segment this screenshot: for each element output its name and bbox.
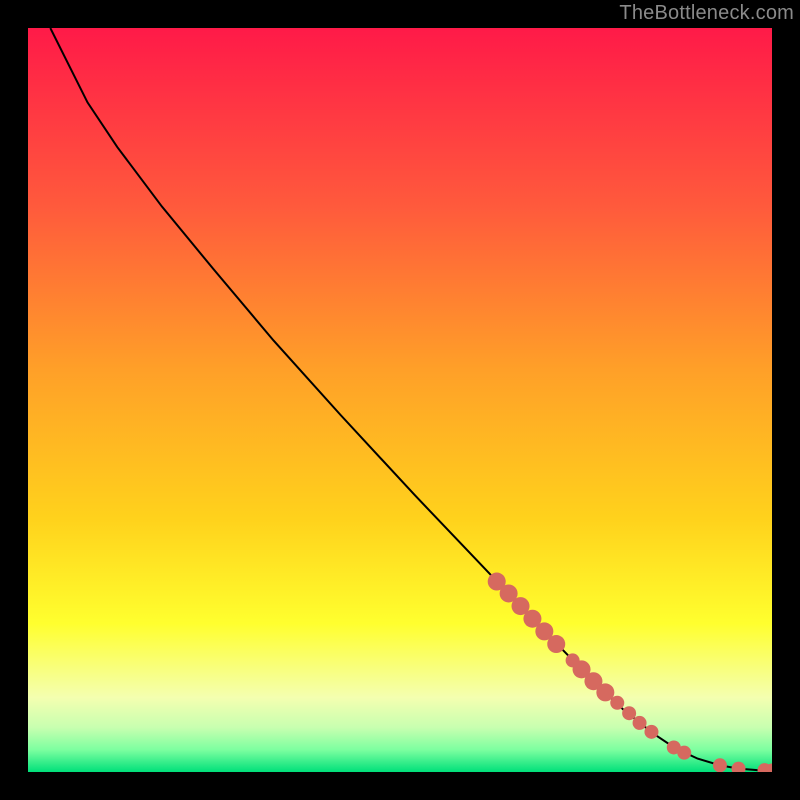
gradient-background (28, 28, 772, 772)
data-point (547, 635, 565, 653)
data-point (644, 725, 658, 739)
data-point (677, 746, 691, 760)
data-point (713, 758, 727, 772)
data-point (610, 696, 624, 710)
data-point (633, 716, 647, 730)
plot-area (28, 28, 772, 772)
watermark-text: TheBottleneck.com (619, 2, 794, 25)
chart-frame: TheBottleneck.com (0, 0, 800, 800)
data-point (622, 706, 636, 720)
plot-svg (28, 28, 772, 772)
